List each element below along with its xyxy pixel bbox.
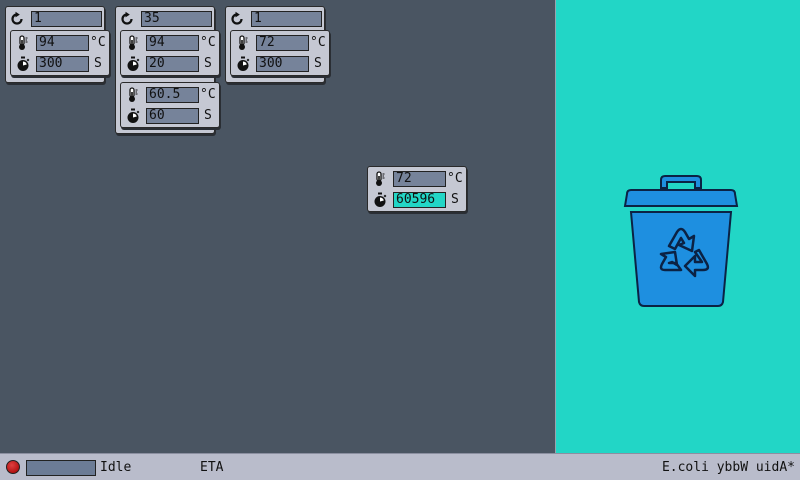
time-unit: S (451, 192, 459, 207)
thermometer-icon (125, 35, 141, 51)
temperature-unit: °C (90, 35, 106, 50)
thermometer-icon (125, 87, 141, 103)
step-card[interactable]: 72 °C 300 S (230, 30, 330, 76)
stopwatch-icon (372, 192, 388, 208)
step-card[interactable]: 94 °C 20 S (120, 30, 220, 76)
temperature-input[interactable]: 72 (393, 171, 446, 187)
time-unit: S (94, 56, 102, 71)
eta-label: ETA (200, 460, 224, 475)
duration-input[interactable]: 20 (146, 56, 199, 72)
duration-input[interactable]: 60 (146, 108, 199, 124)
status-indicator-light (6, 460, 20, 474)
time-unit: S (204, 56, 212, 71)
floating-step-card[interactable]: 72 °C 60596 S (367, 166, 467, 212)
repeat-count-input[interactable]: 1 (31, 11, 102, 27)
repeat-count-input[interactable]: 1 (251, 11, 322, 27)
duration-input[interactable]: 300 (36, 56, 89, 72)
stopwatch-icon (125, 56, 141, 72)
stopwatch-icon (15, 56, 31, 72)
thermometer-icon (15, 35, 31, 51)
duration-input-active[interactable]: 60596 (393, 192, 446, 208)
stopwatch-icon (125, 108, 141, 124)
temperature-input[interactable]: 72 (256, 35, 309, 51)
status-bar: Idle ETA E.coli ybbW uidA* (0, 453, 800, 480)
program-name-label: E.coli ybbW uidA* (661, 460, 795, 475)
progress-bar (26, 460, 96, 476)
step-card[interactable]: 94 °C 300 S (10, 30, 110, 76)
temperature-unit: °C (447, 171, 463, 186)
repeat-icon (229, 11, 245, 27)
repeat-count-input[interactable]: 35 (141, 11, 212, 27)
repeat-icon (119, 11, 135, 27)
repeat-icon (9, 11, 25, 27)
trash-drop-zone[interactable] (555, 0, 800, 453)
recycle-bin-icon (623, 175, 739, 307)
duration-input[interactable]: 300 (256, 56, 309, 72)
run-state-label: Idle (100, 460, 132, 475)
temperature-input[interactable]: 94 (146, 35, 199, 51)
temperature-unit: °C (200, 35, 216, 50)
stopwatch-icon (235, 56, 251, 72)
step-card[interactable]: 60.5 °C 60 S (120, 82, 220, 128)
thermometer-icon (235, 35, 251, 51)
time-unit: S (204, 108, 212, 123)
temperature-unit: °C (310, 35, 326, 50)
program-workspace[interactable]: 1 94 °C 300 S 35 94 °C 20 S 60.5 °C 60 S… (0, 0, 554, 453)
temperature-unit: °C (200, 87, 216, 102)
temperature-input[interactable]: 94 (36, 35, 89, 51)
time-unit: S (314, 56, 322, 71)
temperature-input[interactable]: 60.5 (146, 87, 199, 103)
thermometer-icon (372, 171, 388, 187)
